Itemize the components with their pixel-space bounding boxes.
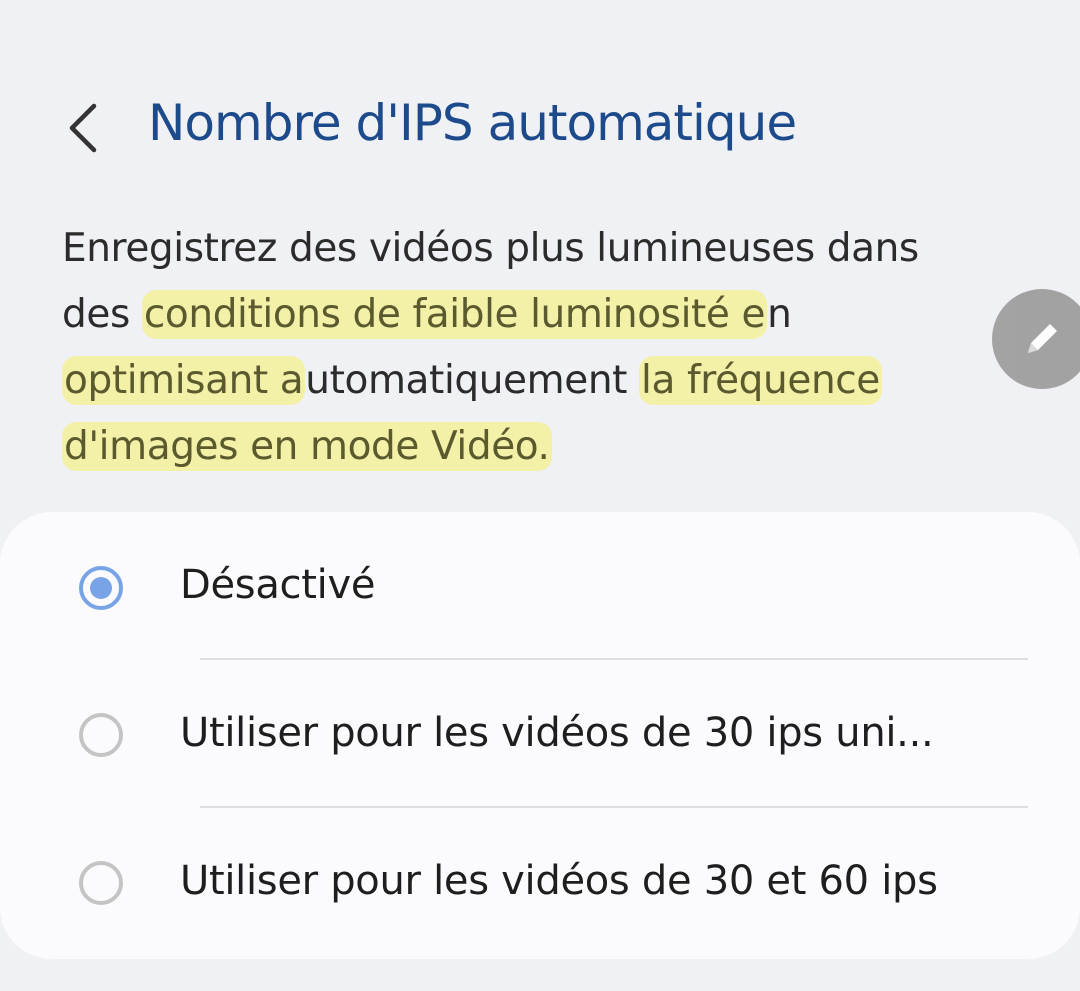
option-label: Utiliser pour les vidéos de 30 ips uni..… bbox=[180, 710, 934, 756]
option-30-60fps[interactable]: Utiliser pour les vidéos de 30 et 60 ips bbox=[0, 808, 1080, 956]
description-text: Enregistrez des vidéos plus lumineuses d… bbox=[62, 216, 962, 480]
app-header: Nombre d'IPS automatique bbox=[0, 78, 1080, 178]
chevron-left-icon bbox=[69, 103, 97, 153]
pencil-icon bbox=[1028, 324, 1057, 353]
radio-unselected-icon[interactable] bbox=[79, 713, 123, 757]
description-highlight-2: optimisant a bbox=[62, 356, 306, 405]
option-30fps-only[interactable]: Utiliser pour les vidéos de 30 ips uni..… bbox=[0, 660, 1080, 808]
back-button[interactable] bbox=[52, 92, 116, 164]
option-label: Désactivé bbox=[180, 562, 376, 608]
option-disabled[interactable]: Désactivé bbox=[0, 512, 1080, 660]
options-card: Désactivé Utiliser pour les vidéos de 30… bbox=[0, 512, 1080, 959]
radio-selected-icon[interactable] bbox=[79, 566, 123, 610]
edit-button[interactable] bbox=[992, 289, 1080, 389]
description-part-3: utomatiquement bbox=[305, 358, 640, 403]
page-title: Nombre d'IPS automatique bbox=[148, 94, 797, 152]
description-part-2: n bbox=[767, 292, 792, 337]
option-label: Utiliser pour les vidéos de 30 et 60 ips bbox=[180, 858, 938, 904]
description-highlight-1: conditions de faible luminosité e bbox=[141, 290, 768, 339]
radio-unselected-icon[interactable] bbox=[79, 861, 123, 905]
